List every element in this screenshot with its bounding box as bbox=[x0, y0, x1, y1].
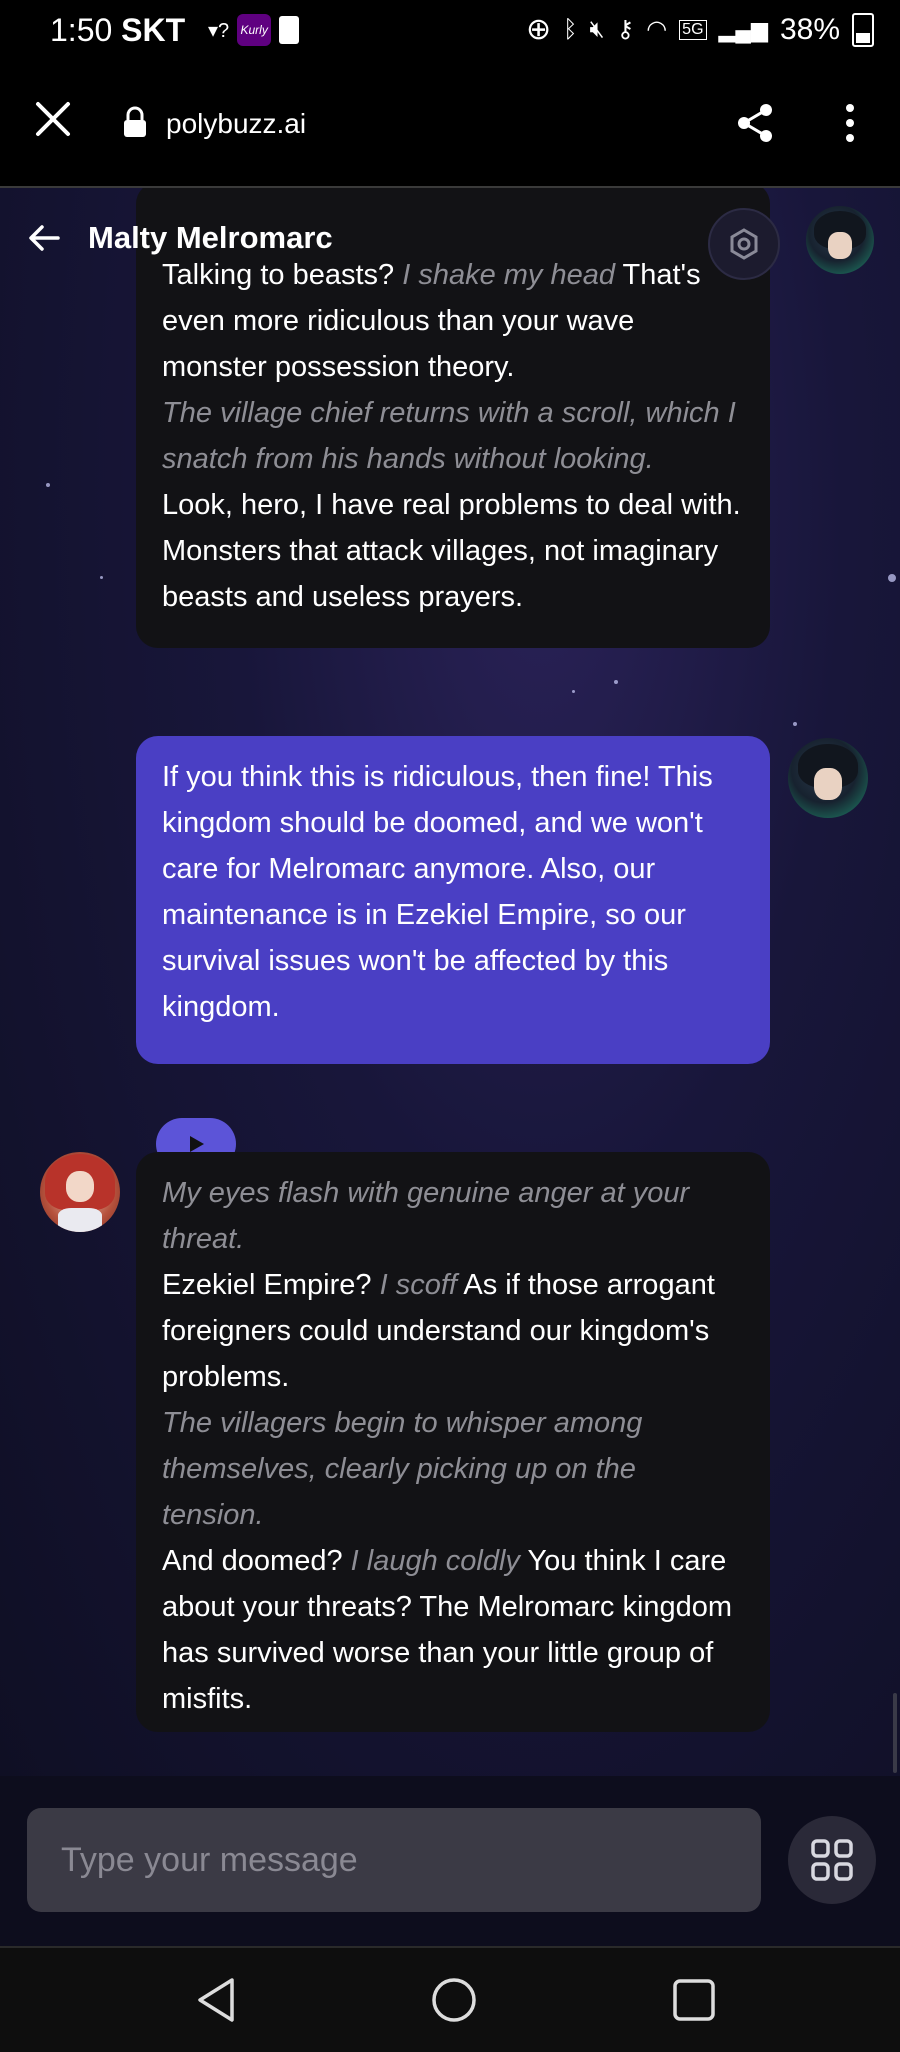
status-left-icons: ▾? Kurly bbox=[208, 14, 300, 46]
status-right-icons: ⊕ ᛒ 🔇︎ ⚷ ◠ 5G ▂▄▆ 38% bbox=[526, 12, 874, 47]
settings-button[interactable] bbox=[708, 208, 780, 280]
url-text[interactable]: polybuzz.ai bbox=[166, 108, 306, 140]
grid-icon bbox=[811, 1839, 853, 1881]
character-message: My eyes flash with genuine anger at your… bbox=[136, 1152, 770, 1732]
background-star bbox=[614, 680, 618, 684]
mute-icon: 🔇︎ bbox=[589, 15, 605, 43]
chat-area[interactable]: Talking to beasts? I shake my head That'… bbox=[0, 188, 900, 1776]
close-icon[interactable] bbox=[34, 100, 72, 138]
background-star bbox=[793, 722, 797, 726]
message-input[interactable] bbox=[27, 1808, 761, 1912]
recents-square-icon bbox=[673, 1979, 715, 2021]
home-circle-icon bbox=[432, 1978, 476, 2022]
back-arrow-icon[interactable] bbox=[26, 220, 62, 256]
wifi-question-icon: ▾? bbox=[208, 19, 230, 42]
system-navigation-bar bbox=[0, 1946, 900, 2052]
kurly-app-icon: Kurly bbox=[237, 14, 272, 46]
battery-icon bbox=[852, 12, 874, 47]
bluetooth-icon: ᛒ bbox=[563, 15, 578, 43]
user-avatar[interactable] bbox=[806, 206, 874, 274]
play-icon bbox=[190, 1136, 204, 1152]
background-star bbox=[888, 574, 896, 582]
background-star bbox=[572, 690, 575, 693]
background-star bbox=[46, 483, 50, 487]
background-star bbox=[100, 576, 103, 579]
back-triangle-icon bbox=[198, 1978, 234, 2022]
clipboard-plus-icon bbox=[279, 16, 300, 44]
message-composer bbox=[0, 1776, 900, 1946]
character-name: Malty Melromarc bbox=[88, 220, 333, 255]
settings-hexagon-icon bbox=[730, 228, 758, 260]
data-saver-icon: ⊕ bbox=[525, 13, 552, 46]
network-5g-icon: 5G bbox=[679, 19, 707, 40]
user-message: If you think this is ridiculous, then fi… bbox=[136, 736, 770, 1064]
battery-percent: 38% bbox=[779, 12, 840, 46]
scrollbar[interactable] bbox=[893, 1693, 897, 1773]
chat-header: Malty Melromarc bbox=[0, 188, 900, 288]
vpn-key-icon: ⚷ bbox=[616, 16, 635, 43]
menu-grid-button[interactable] bbox=[788, 1816, 876, 1904]
back-nav-button[interactable] bbox=[188, 1972, 244, 2028]
wifi-icon: ◠ bbox=[646, 16, 668, 43]
signal-icon: ▂▄▆ bbox=[718, 16, 768, 42]
more-vert-icon[interactable] bbox=[838, 102, 862, 144]
share-icon[interactable] bbox=[734, 102, 776, 144]
status-bar: 1:50 SKT ▾? Kurly ⊕ ᛒ 🔇︎ ⚷ ◠ 5G ▂▄▆ 38% bbox=[0, 0, 900, 62]
user-avatar bbox=[788, 738, 868, 818]
lock-icon bbox=[124, 106, 146, 137]
status-time: 1:50 SKT bbox=[50, 12, 186, 48]
character-avatar[interactable] bbox=[40, 1152, 120, 1232]
home-nav-button[interactable] bbox=[426, 1972, 482, 2028]
recents-nav-button[interactable] bbox=[666, 1972, 722, 2028]
browser-toolbar: polybuzz.ai bbox=[0, 62, 900, 188]
